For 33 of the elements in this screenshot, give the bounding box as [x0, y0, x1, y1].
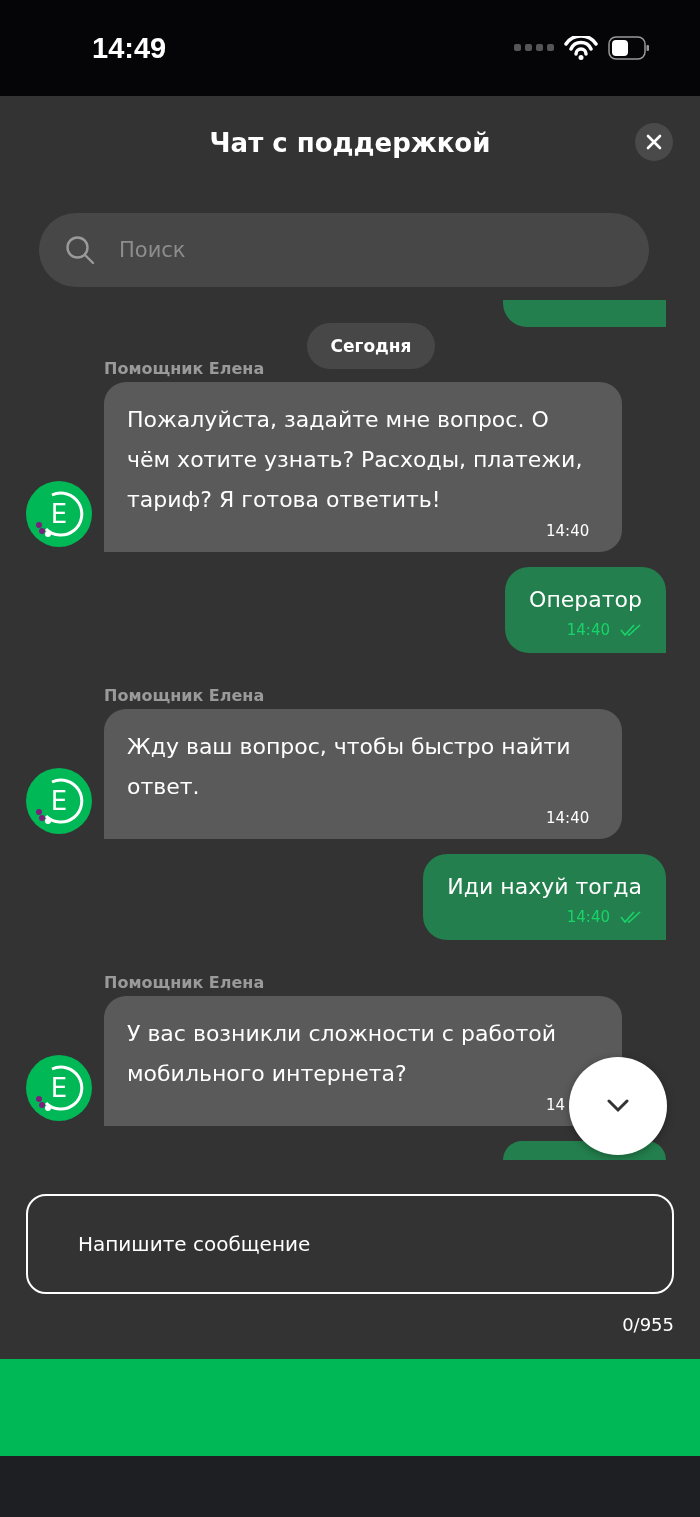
sender-name: Помощник Елена [104, 685, 266, 705]
search-icon [65, 235, 95, 265]
search-input[interactable]: Поиск [117, 237, 649, 263]
sender-name: Помощник Елена [104, 358, 266, 378]
message-text-input[interactable]: Напишите сообщение [76, 1231, 672, 1257]
wifi-icon [564, 36, 598, 60]
message-text: Иди нахуй тогда [447, 872, 642, 901]
double-check-icon [620, 910, 642, 923]
message-time: 14:40 [566, 907, 610, 926]
chat-title: Чат с поддержкой [209, 128, 491, 158]
date-chip: Сегодня [306, 323, 436, 369]
message-time: 14:40 [546, 808, 591, 827]
chevron-down-icon [607, 1099, 629, 1113]
close-icon [646, 134, 662, 150]
search-field[interactable]: Поиск [39, 213, 649, 287]
message-time: 14:40 [566, 620, 610, 639]
character-counter: 0/955 [622, 1314, 674, 1335]
close-button[interactable] [635, 123, 673, 161]
battery-icon [608, 36, 650, 60]
avatar: E [26, 1054, 92, 1121]
message-time: 14:40 [546, 521, 591, 540]
message-time: 14 [546, 1095, 567, 1114]
message-text: Жду ваш вопрос, чтобы быстро найти ответ. [127, 732, 572, 801]
message-input[interactable]: Напишите сообщение [26, 1194, 674, 1294]
signal-icon [514, 44, 554, 52]
avatar: E [26, 480, 92, 547]
sender-name: Помощник Елена [104, 972, 266, 992]
message-text: У вас возникли сложности с работой мобильного интернета? [127, 1019, 557, 1088]
double-check-icon [620, 623, 642, 636]
clock: 14:49 [92, 31, 167, 65]
avatar: E [26, 767, 92, 834]
message-text: Оператор [529, 585, 642, 614]
message-text: Пожалуйста, задайте мне вопрос. О чём хотите узнать? Расходы, платежи, тариф? Я готова ответить! [127, 405, 584, 514]
